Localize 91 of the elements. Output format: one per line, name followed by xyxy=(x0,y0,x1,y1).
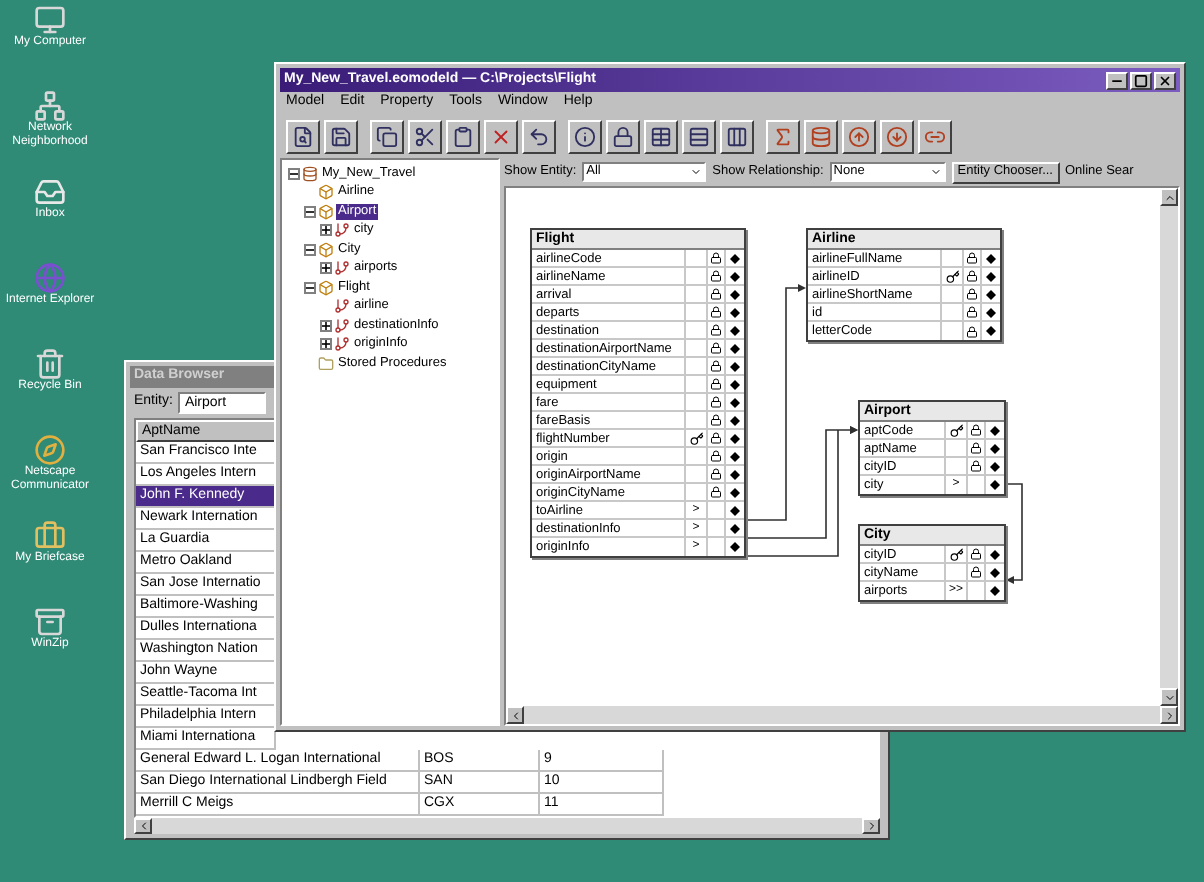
lock-icon xyxy=(970,442,982,454)
collapse-toggle[interactable] xyxy=(303,243,315,256)
horizontal-scrollbar[interactable] xyxy=(506,706,1178,724)
lock-icon xyxy=(970,566,982,578)
lock-icon xyxy=(970,460,982,472)
cut-icon xyxy=(414,125,436,147)
toolbar-button[interactable] xyxy=(522,119,556,153)
info-icon xyxy=(574,125,596,147)
toolbar-button[interactable] xyxy=(720,119,754,153)
lock-icon xyxy=(710,324,722,336)
toolbar-button[interactable] xyxy=(682,119,716,153)
lock-icon xyxy=(710,468,722,480)
close-button[interactable] xyxy=(1154,71,1176,89)
expand-toggle[interactable] xyxy=(319,262,331,275)
lock-icon xyxy=(710,432,722,444)
collapse-toggle[interactable] xyxy=(287,167,299,180)
maximize-icon xyxy=(1134,73,1148,87)
vertical-scrollbar[interactable] xyxy=(1160,188,1178,706)
entity-icon xyxy=(318,241,334,258)
scroll-right-icon xyxy=(865,819,877,832)
database-icon xyxy=(810,125,832,147)
computer-icon[interactable] xyxy=(34,4,66,36)
file-search-icon xyxy=(292,125,314,147)
lock-icon xyxy=(710,450,722,462)
lock-icon xyxy=(710,342,722,354)
toolbar-button[interactable] xyxy=(324,119,358,153)
toolbar-button[interactable] xyxy=(370,119,404,153)
scroll-right-icon xyxy=(1163,709,1175,721)
toolbar-button[interactable] xyxy=(766,119,800,153)
entity-box[interactable] xyxy=(530,228,746,558)
collapse-toggle[interactable] xyxy=(303,281,315,294)
arrow-up-icon xyxy=(848,125,870,147)
arrow-down-icon xyxy=(886,125,908,147)
lock-icon xyxy=(966,270,978,282)
lock-icon xyxy=(612,125,634,147)
delete-icon xyxy=(490,125,512,147)
undo-icon xyxy=(528,125,550,147)
archive-icon[interactable] xyxy=(34,606,66,638)
toolbar-button[interactable] xyxy=(880,119,914,153)
folder-icon xyxy=(318,355,334,372)
network-icon[interactable] xyxy=(34,90,66,122)
lock-icon xyxy=(966,325,978,337)
toolbar-button[interactable] xyxy=(606,119,640,153)
copy-icon xyxy=(376,125,398,147)
toolbar-button[interactable] xyxy=(918,119,952,153)
toolbar-button[interactable] xyxy=(446,119,480,153)
sigma-icon xyxy=(772,125,794,147)
minimize-button[interactable] xyxy=(1106,71,1128,89)
expand-toggle[interactable] xyxy=(319,338,331,351)
lock-icon xyxy=(710,360,722,372)
toolbar-button[interactable] xyxy=(568,119,602,153)
toolbar-button[interactable] xyxy=(644,119,678,153)
columns-icon xyxy=(726,125,748,147)
expand-toggle[interactable] xyxy=(319,224,331,237)
relationship-icon xyxy=(334,222,350,239)
lock-icon xyxy=(710,414,722,426)
rows-icon xyxy=(688,125,710,147)
entity-icon xyxy=(318,279,334,296)
lock-icon xyxy=(710,288,722,300)
lock-icon xyxy=(710,378,722,390)
collapse-toggle[interactable] xyxy=(303,205,315,218)
close-icon xyxy=(1158,73,1172,87)
lock-icon xyxy=(710,270,722,282)
inbox-icon[interactable] xyxy=(34,176,66,208)
toolbar-button[interactable] xyxy=(484,119,518,153)
lock-icon xyxy=(970,548,982,560)
relationship-icon xyxy=(334,260,350,277)
toolbar-button[interactable] xyxy=(842,119,876,153)
scroll-up-icon xyxy=(1163,191,1175,203)
lock-icon xyxy=(710,306,722,318)
table-icon xyxy=(650,125,672,147)
toolbar-button[interactable] xyxy=(408,119,442,153)
connector-line xyxy=(1005,483,1023,584)
save-icon xyxy=(330,125,352,147)
lock-icon xyxy=(710,252,722,264)
lock-icon xyxy=(710,396,722,408)
scroll-left-icon xyxy=(137,819,149,832)
toolbar-button[interactable] xyxy=(286,119,320,153)
lock-icon xyxy=(966,306,978,318)
scroll-down-icon xyxy=(1163,691,1175,703)
lock-icon xyxy=(966,252,978,264)
lock-icon xyxy=(966,288,978,300)
clipboard-icon xyxy=(452,125,474,147)
lock-icon xyxy=(970,424,982,436)
trash-icon[interactable] xyxy=(34,348,66,380)
scroll-left-icon xyxy=(509,709,521,721)
model-icon xyxy=(302,165,318,182)
maximize-button[interactable] xyxy=(1130,71,1152,89)
toolbar-button[interactable] xyxy=(804,119,838,153)
lock-icon xyxy=(710,486,722,498)
expand-toggle[interactable] xyxy=(319,319,331,332)
